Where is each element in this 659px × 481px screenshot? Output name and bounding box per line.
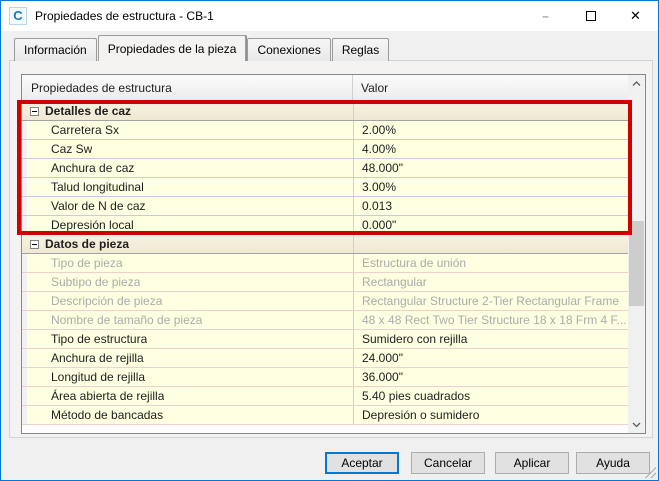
property-value-cell[interactable]: 3.00% [353,178,628,196]
collapse-icon[interactable] [30,106,39,116]
tab-strip: Información Propiedades de la pieza Cone… [14,35,390,61]
tab-propiedades-de-la-pieza[interactable]: Propiedades de la pieza [97,35,247,61]
window-controls: – ✕ [523,1,658,31]
property-name: Área abierta de rejilla [51,389,165,403]
tab-conexiones[interactable]: Conexiones [247,38,331,61]
property-name: Método de bancadas [51,408,164,422]
scrollbar-thumb[interactable] [629,221,644,306]
table-row[interactable]: Tipo de pieza Estructura de unión [22,254,628,273]
property-name-cell: Método de bancadas [27,406,353,424]
table-row[interactable]: Valor de N de caz 0.013 [22,197,628,216]
property-name: Talud longitudinal [51,180,144,194]
property-name-cell: Nombre de tamaño de pieza [27,311,353,329]
close-button[interactable]: ✕ [613,1,658,31]
property-name-cell: Valor de N de caz [27,197,353,215]
structure-properties-dialog: C Propiedades de estructura - CB-1 – ✕ I… [0,0,659,481]
grid-empty-space [22,425,628,433]
table-row[interactable]: Datos de pieza [22,235,628,254]
property-name: Subtipo de pieza [51,275,141,289]
help-button[interactable]: Ayuda [576,452,650,474]
table-row[interactable]: Descripción de pieza Rectangular Structu… [22,292,628,311]
property-name: Descripción de pieza [51,294,163,308]
table-row[interactable]: Longitud de rejilla 36.000" [22,368,628,387]
column-header-valor: Valor [361,81,389,95]
property-name: Carretera Sx [51,123,120,137]
accept-button[interactable]: Aceptar [325,452,399,474]
property-name-cell: Anchura de caz [27,159,353,177]
property-name-cell: Tipo de pieza [27,254,353,272]
property-name: Nombre de tamaño de pieza [51,313,203,327]
table-row[interactable]: Tipo de estructura Sumidero con rejilla [22,330,628,349]
property-name-cell: Detalles de caz [27,102,353,120]
property-value-cell[interactable]: 0.013 [353,197,628,215]
table-row[interactable]: Depresión local 0.000" [22,216,628,235]
apply-button[interactable]: Aplicar [495,452,569,474]
property-name: Depresión local [51,218,134,232]
collapse-icon[interactable] [30,239,39,249]
table-row[interactable]: Anchura de caz 48.000" [22,159,628,178]
property-name: Longitud de rejilla [51,370,146,384]
property-value-cell[interactable]: 48.000" [353,159,628,177]
minimize-button[interactable]: – [523,1,568,31]
property-name-cell: Área abierta de rejilla [27,387,353,405]
property-value-cell: Rectangular [353,273,628,291]
property-grid: Propiedades de estructura Valor Detalles… [21,74,646,434]
property-name: Valor de N de caz [51,199,146,213]
property-name-cell: Longitud de rejilla [27,368,353,386]
table-row[interactable]: Anchura de rejilla 24.000" [22,349,628,368]
property-name: Detalles de caz [45,104,132,118]
table-row[interactable]: Detalles de caz [22,102,628,121]
vertical-scrollbar[interactable] [628,75,645,433]
property-value-cell[interactable]: 2.00% [353,121,628,139]
property-name-cell: Subtipo de pieza [27,273,353,291]
property-name: Caz Sw [51,142,93,156]
property-value-cell: Estructura de unión [353,254,628,272]
property-value-cell[interactable]: Depresión o sumidero [353,406,628,424]
grid-header: Propiedades de estructura Valor [22,75,628,102]
property-name-cell: Anchura de rejilla [27,349,353,367]
property-name-cell: Depresión local [27,216,353,234]
column-header-propiedades: Propiedades de estructura [22,75,353,101]
property-value-cell: Rectangular Structure 2-Tier Rectangular… [353,292,628,310]
property-value-cell[interactable]: 5.40 pies cuadrados [353,387,628,405]
tab-reglas[interactable]: Reglas [331,38,390,61]
scroll-up-icon[interactable] [628,75,645,92]
property-value-cell: 48 x 48 Rect Two Tier Structure 18 x 18 … [353,311,628,329]
app-icon: C [9,7,27,25]
titlebar: C Propiedades de estructura - CB-1 – ✕ [1,1,658,31]
tab-informacion[interactable]: Información [14,38,97,61]
grid-rows: Detalles de caz Carretera Sx 2.00% Caz S… [22,102,628,425]
property-value-cell[interactable]: Sumidero con rejilla [353,330,628,348]
property-name: Anchura de rejilla [51,351,144,365]
property-name-cell: Tipo de estructura [27,330,353,348]
property-name-cell: Carretera Sx [27,121,353,139]
property-name-cell: Datos de pieza [27,235,353,253]
property-name-cell: Talud longitudinal [27,178,353,196]
maximize-icon [585,11,596,21]
property-name: Tipo de pieza [51,256,123,270]
table-row[interactable]: Método de bancadas Depresión o sumidero [22,406,628,425]
property-name-cell: Caz Sw [27,140,353,158]
property-name-cell: Descripción de pieza [27,292,353,310]
maximize-button[interactable] [568,1,613,31]
property-value-cell[interactable]: 4.00% [353,140,628,158]
property-value-cell [353,235,628,253]
table-row[interactable]: Área abierta de rejilla 5.40 pies cuadra… [22,387,628,406]
property-value-cell[interactable]: 0.000" [353,216,628,234]
window-title: Propiedades de estructura - CB-1 [35,9,214,23]
property-name: Datos de pieza [45,237,130,251]
property-name: Anchura de caz [51,161,135,175]
property-name: Tipo de estructura [51,332,148,346]
table-row[interactable]: Carretera Sx 2.00% [22,121,628,140]
property-value-cell[interactable]: 24.000" [353,349,628,367]
table-row[interactable]: Nombre de tamaño de pieza 48 x 48 Rect T… [22,311,628,330]
scroll-down-icon[interactable] [628,416,645,433]
property-value-cell [353,102,628,120]
table-row[interactable]: Talud longitudinal 3.00% [22,178,628,197]
table-row[interactable]: Caz Sw 4.00% [22,140,628,159]
table-row[interactable]: Subtipo de pieza Rectangular [22,273,628,292]
cancel-button[interactable]: Cancelar [411,452,485,474]
property-value-cell[interactable]: 36.000" [353,368,628,386]
